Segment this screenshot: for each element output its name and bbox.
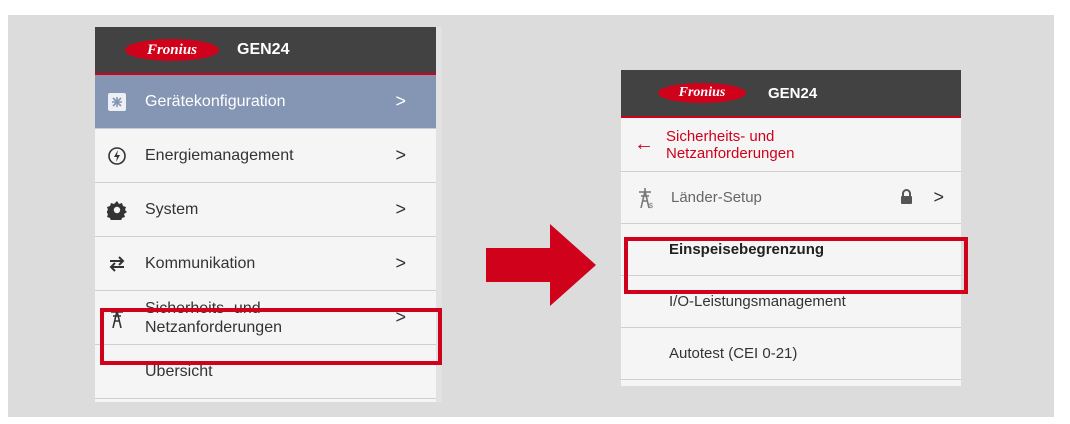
menu-item-system[interactable]: System > [95,183,436,237]
svg-text:$: $ [649,203,653,209]
menu-item-label: Länder-Setup [671,189,762,206]
chevron-right-icon: > [395,253,406,273]
menu-item-geraetekonfiguration[interactable]: Gerätekonfiguration > [95,75,436,129]
highlight-box-left [100,308,442,365]
menu-item-label: System [145,201,199,218]
chevron-right-icon: > [395,91,406,111]
back-label: Sicherheits- und Netzanforderungen [666,128,794,162]
app-header: Fronius GEN24 [95,27,436,75]
chevron-right-icon: > [933,187,944,207]
highlight-box-right [624,237,968,294]
chevron-right-icon: > [395,199,406,219]
arrow-right-icon [486,224,596,306]
fronius-logo: Fronius [658,83,746,103]
menu-item-autotest[interactable]: Autotest (CEI 0-21) [621,328,961,380]
arrow-left-icon: ← [634,133,654,155]
product-name: GEN24 [768,84,818,102]
menu-item-label: I/O-Leistungsmanagement [669,293,846,310]
menu-item-label: Kommunikation [145,255,256,272]
menu-item-laender-setup[interactable]: $ Länder-Setup > [621,172,961,224]
submenu-panel: Fronius GEN24 ← Sicherheits- und Netzanfo… [621,70,961,386]
menu-item-label: Energiemanagement [145,147,294,164]
menu-item-label: Autotest (CEI 0-21) [669,345,798,362]
menu-item-kommunikation[interactable]: Kommunikation > [95,237,436,291]
menu-item-label: Gerätekonfiguration [145,93,286,110]
device-config-icon [106,92,128,112]
product-name: GEN24 [237,41,290,58]
energy-icon [106,146,128,166]
back-button[interactable]: ← Sicherheits- und Netzanforderungen [621,118,961,172]
power-pylon-icon: $ [635,187,657,209]
label-line-2: Netzanforderungen [666,144,795,162]
chevron-right-icon: > [395,145,406,165]
lock-icon [900,188,913,207]
exchange-icon [106,254,128,274]
menu-item-energiemanagement[interactable]: Energiemanagement > [95,129,436,183]
app-header: Fronius GEN24 [621,70,961,118]
label-line-1: Sicherheits- und [666,127,775,145]
fronius-logo: Fronius [125,39,219,61]
gear-icon [106,200,128,220]
